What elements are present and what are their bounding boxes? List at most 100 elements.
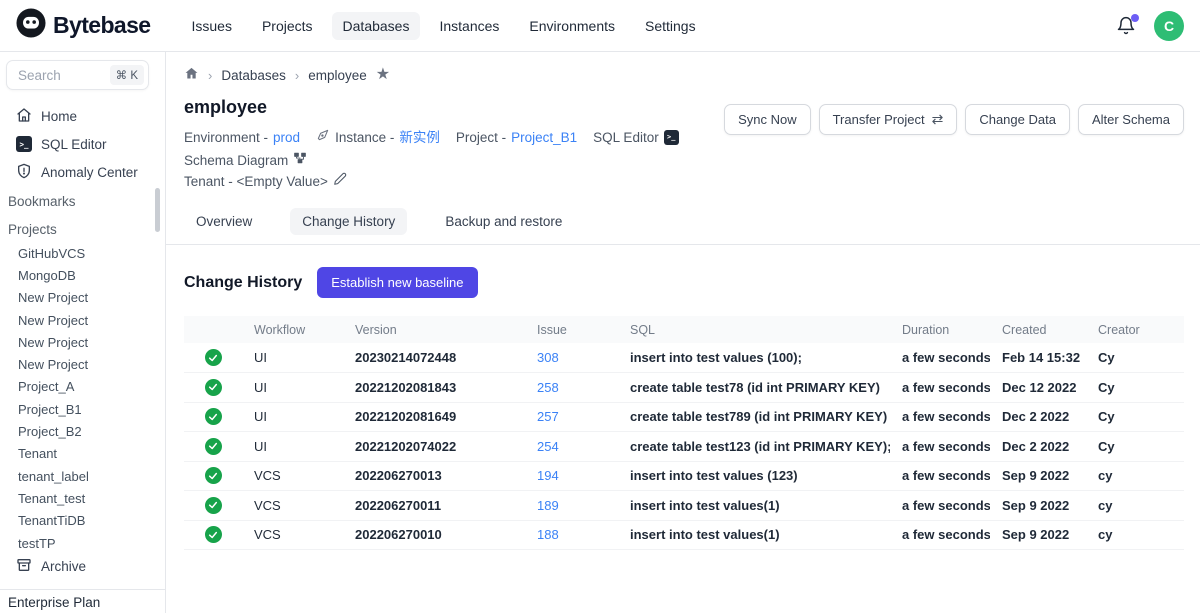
chevron-right-icon: › bbox=[208, 68, 212, 83]
tab-overview[interactable]: Overview bbox=[184, 208, 264, 235]
nav-links: Issues Projects Databases Instances Envi… bbox=[180, 12, 706, 40]
sidebar-project-project-b2[interactable]: Project_B2 bbox=[0, 420, 165, 442]
sync-now-button[interactable]: Sync Now bbox=[724, 104, 811, 135]
sidebar-project-new-project-4[interactable]: New Project bbox=[0, 353, 165, 375]
terminal-icon: >_ bbox=[664, 130, 679, 145]
instance-link[interactable]: 新实例 bbox=[399, 127, 440, 148]
sidebar-item-sql-editor[interactable]: >_ SQL Editor bbox=[0, 130, 165, 158]
search-box[interactable]: ⌘ K bbox=[6, 60, 149, 90]
sidebar-item-label: Anomaly Center bbox=[41, 165, 138, 180]
breadcrumb: › Databases › employee ★ bbox=[184, 66, 1184, 84]
sidebar-item-archive[interactable]: Archive bbox=[0, 552, 165, 580]
sidebar-project-tenant[interactable]: Tenant bbox=[0, 443, 165, 465]
created-cell: Dec 2 2022 bbox=[990, 402, 1086, 432]
action-buttons: Sync Now Transfer Project ⇄ Change Data … bbox=[724, 104, 1184, 135]
success-check-icon bbox=[205, 467, 222, 484]
sidebar-section-projects[interactable]: Projects bbox=[0, 216, 165, 242]
version-cell: 20221202074022 bbox=[343, 432, 525, 462]
schema-diagram-shortcut[interactable]: Schema Diagram bbox=[184, 150, 307, 171]
nav-item-environments[interactable]: Environments bbox=[518, 12, 626, 40]
issue-link[interactable]: 189 bbox=[537, 498, 559, 513]
sidebar: ⌘ K Home >_ SQL Editor Anomaly Center bbox=[0, 52, 166, 613]
table-header-row: Workflow Version Issue SQL Duration Crea… bbox=[184, 316, 1184, 343]
workflow-cell: UI bbox=[242, 343, 343, 373]
created-cell: Sep 9 2022 bbox=[990, 491, 1086, 521]
table-row[interactable]: VCS 202206270011 189 insert into test va… bbox=[184, 491, 1184, 521]
tab-backup-and-restore[interactable]: Backup and restore bbox=[433, 208, 574, 235]
issue-link[interactable]: 188 bbox=[537, 527, 559, 542]
sql-editor-shortcut[interactable]: SQL Editor >_ bbox=[593, 127, 679, 148]
sidebar-project-new-project-2[interactable]: New Project bbox=[0, 309, 165, 331]
issue-link[interactable]: 257 bbox=[537, 409, 559, 424]
breadcrumb-home-icon[interactable] bbox=[184, 66, 199, 84]
table-row[interactable]: VCS 202206270010 188 insert into test va… bbox=[184, 520, 1184, 550]
sidebar-project-tenanttidb[interactable]: TenantTiDB bbox=[0, 510, 165, 532]
issue-link[interactable]: 194 bbox=[537, 468, 559, 483]
sidebar-project-githubvcs[interactable]: GitHubVCS bbox=[0, 242, 165, 264]
sidebar-project-testtp[interactable]: testTP bbox=[0, 532, 165, 554]
user-avatar[interactable]: C bbox=[1154, 11, 1184, 41]
issue-link[interactable]: 308 bbox=[537, 350, 559, 365]
table-row[interactable]: UI 20221202081649 257 create table test7… bbox=[184, 402, 1184, 432]
creator-cell: cy bbox=[1086, 520, 1184, 550]
breadcrumb-employee[interactable]: employee bbox=[308, 68, 367, 83]
project-link[interactable]: Project_B1 bbox=[511, 127, 577, 148]
tab-change-history[interactable]: Change History bbox=[290, 208, 407, 235]
issue-link[interactable]: 258 bbox=[537, 380, 559, 395]
sidebar-item-home[interactable]: Home bbox=[0, 102, 165, 130]
schema-diagram-icon bbox=[293, 150, 307, 171]
brand[interactable]: Bytebase bbox=[16, 8, 150, 43]
bytebase-logo-icon bbox=[16, 8, 46, 43]
duration-cell: a few seconds bbox=[890, 461, 990, 491]
sidebar-section-bookmarks[interactable]: Bookmarks bbox=[0, 188, 165, 214]
table-row[interactable]: UI 20221202081843 258 create table test7… bbox=[184, 373, 1184, 403]
sidebar-project-new-project-1[interactable]: New Project bbox=[0, 287, 165, 309]
favorite-star-icon[interactable]: ★ bbox=[376, 67, 390, 83]
workflow-cell: UI bbox=[242, 432, 343, 462]
version-cell: 202206270013 bbox=[343, 461, 525, 491]
version-cell: 20230214072448 bbox=[343, 343, 525, 373]
column-header-sql: SQL bbox=[618, 316, 890, 343]
creator-cell: Cy bbox=[1086, 373, 1184, 403]
alter-schema-button[interactable]: Alter Schema bbox=[1078, 104, 1184, 135]
section-title: Change History bbox=[184, 274, 302, 292]
sql-cell: create table test78 (id int PRIMARY KEY) bbox=[618, 373, 890, 403]
edit-pencil-icon[interactable] bbox=[333, 171, 347, 192]
created-cell: Dec 2 2022 bbox=[990, 432, 1086, 462]
establish-baseline-button[interactable]: Establish new baseline bbox=[317, 267, 477, 298]
nav-item-databases[interactable]: Databases bbox=[332, 12, 421, 40]
nav-item-projects[interactable]: Projects bbox=[251, 12, 324, 40]
table-row[interactable]: UI 20221202074022 254 create table test1… bbox=[184, 432, 1184, 462]
sql-cell: insert into test values(1) bbox=[618, 520, 890, 550]
change-data-button[interactable]: Change Data bbox=[965, 104, 1070, 135]
environment-link[interactable]: prod bbox=[273, 127, 300, 148]
success-check-icon bbox=[205, 497, 222, 514]
created-cell: Dec 12 2022 bbox=[990, 373, 1086, 403]
sidebar-project-tenant-label[interactable]: tenant_label bbox=[0, 465, 165, 487]
duration-cell: a few seconds bbox=[890, 520, 990, 550]
nav-item-issues[interactable]: Issues bbox=[180, 12, 242, 40]
workflow-cell: VCS bbox=[242, 520, 343, 550]
main-content: › Databases › employee ★ employee Enviro… bbox=[166, 52, 1200, 613]
sidebar-item-anomaly-center[interactable]: Anomaly Center bbox=[0, 158, 165, 186]
nav-item-settings[interactable]: Settings bbox=[634, 12, 707, 40]
success-check-icon bbox=[205, 379, 222, 396]
table-row[interactable]: UI 20230214072448 308 insert into test v… bbox=[184, 343, 1184, 373]
sidebar-scrollbar[interactable] bbox=[155, 188, 160, 232]
top-navbar: Bytebase Issues Projects Databases Insta… bbox=[0, 0, 1200, 52]
issue-link[interactable]: 254 bbox=[537, 439, 559, 454]
table-row[interactable]: VCS 202206270013 194 insert into test va… bbox=[184, 461, 1184, 491]
transfer-project-button[interactable]: Transfer Project ⇄ bbox=[819, 104, 958, 135]
nav-item-instances[interactable]: Instances bbox=[428, 12, 510, 40]
sidebar-project-new-project-3[interactable]: New Project bbox=[0, 331, 165, 353]
archive-icon bbox=[16, 557, 32, 576]
sidebar-project-project-a[interactable]: Project_A bbox=[0, 376, 165, 398]
sidebar-project-tenant-test[interactable]: Tenant_test bbox=[0, 487, 165, 509]
search-input[interactable] bbox=[16, 67, 94, 84]
breadcrumb-databases[interactable]: Databases bbox=[221, 68, 286, 83]
sidebar-project-mongodb[interactable]: MongoDB bbox=[0, 264, 165, 286]
sidebar-project-project-b1[interactable]: Project_B1 bbox=[0, 398, 165, 420]
notification-bell-icon[interactable] bbox=[1116, 16, 1136, 36]
schema-diagram-label: Schema Diagram bbox=[184, 150, 288, 171]
column-header-created: Created bbox=[990, 316, 1086, 343]
